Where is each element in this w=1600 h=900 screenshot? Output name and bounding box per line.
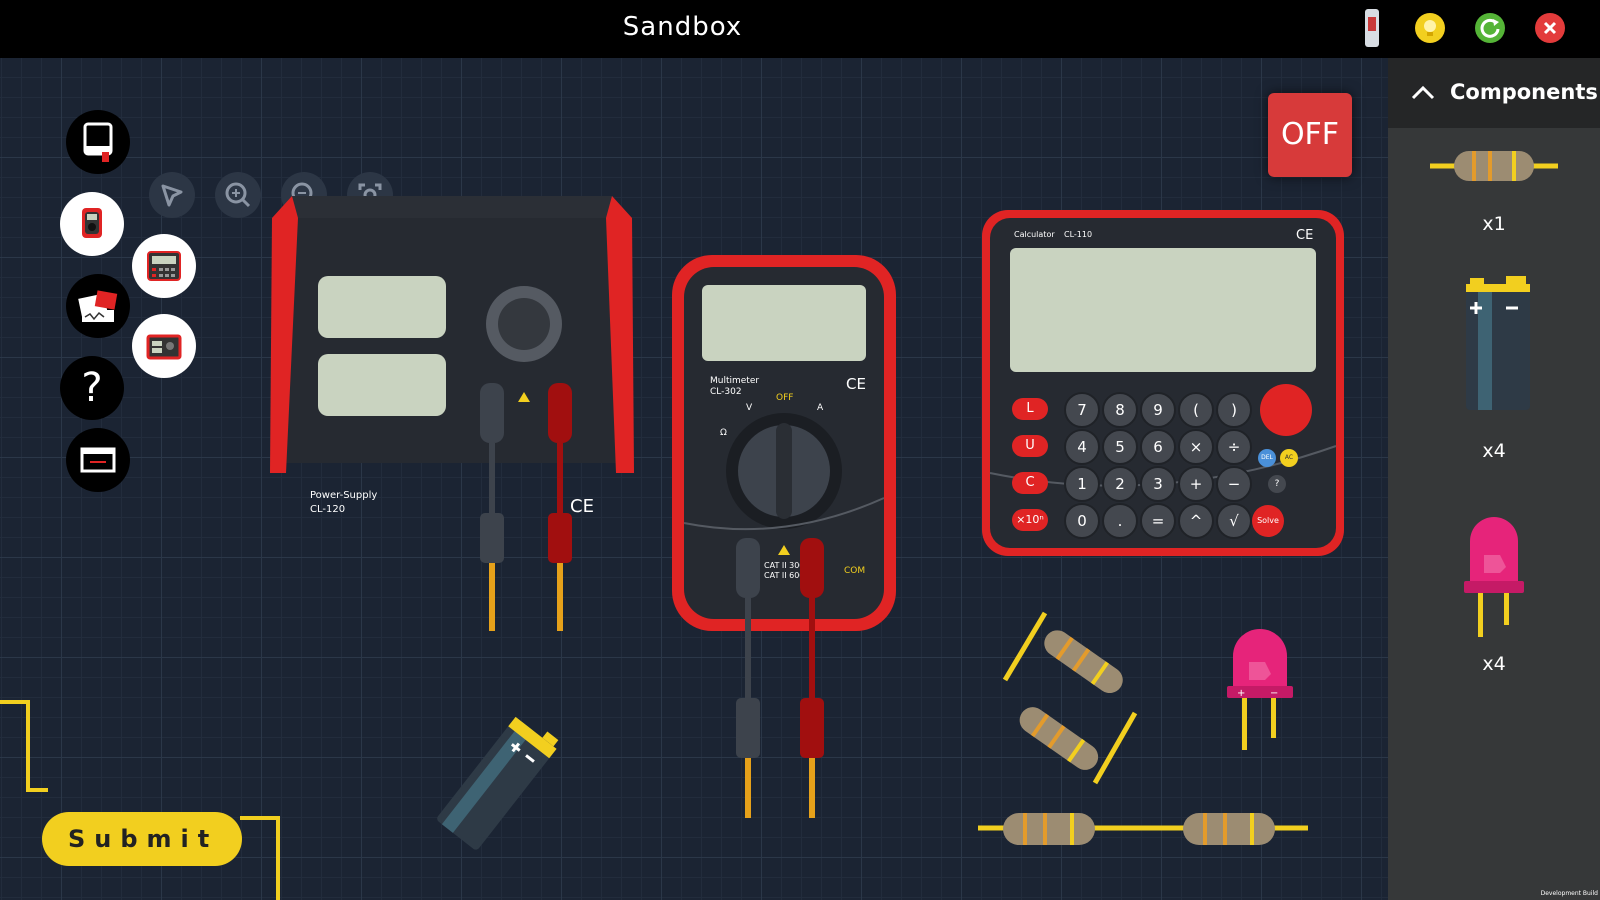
calc-key[interactable]: √ bbox=[1216, 503, 1252, 539]
multimeter-off-label: OFF bbox=[776, 393, 794, 403]
resistor-component[interactable] bbox=[1430, 146, 1558, 186]
calculator-icon bbox=[147, 251, 181, 281]
calc-key[interactable]: 9 bbox=[1140, 392, 1176, 428]
close-icon[interactable] bbox=[1535, 13, 1565, 43]
build-label: Development Build bbox=[1540, 890, 1598, 897]
calc-key[interactable]: 4 bbox=[1064, 429, 1100, 465]
multimeter-ce-mark: CE bbox=[846, 375, 866, 393]
calc-key-ac[interactable]: AC bbox=[1280, 449, 1298, 467]
help-icon: ? bbox=[81, 365, 103, 411]
power-supply-icon bbox=[146, 334, 182, 360]
svg-text:+: + bbox=[1237, 688, 1245, 699]
calc-key[interactable]: 7 bbox=[1064, 392, 1100, 428]
multimeter-code: CL-302 bbox=[710, 387, 742, 397]
workspace-canvas[interactable]: ? OFF Power-Supply CL-120 CE Multimeter … bbox=[0, 58, 1388, 900]
window-title: Sandbox bbox=[622, 12, 743, 42]
calc-key[interactable]: × bbox=[1178, 429, 1214, 465]
help-button[interactable]: ? bbox=[60, 356, 124, 420]
calc-key[interactable]: + bbox=[1178, 466, 1214, 502]
power-supply-menu-button[interactable] bbox=[132, 314, 196, 378]
components-panel-title: Components bbox=[1450, 80, 1598, 104]
oscilloscope-icon bbox=[78, 290, 118, 322]
calc-key[interactable]: 0 bbox=[1064, 503, 1100, 539]
calc-key[interactable]: 6 bbox=[1140, 429, 1176, 465]
multimeter-icon bbox=[82, 208, 102, 238]
display-menu-button[interactable] bbox=[66, 428, 130, 492]
led-on-canvas[interactable]: + − bbox=[1225, 618, 1295, 808]
calc-key-U[interactable]: U bbox=[1012, 435, 1048, 457]
hint-bulb-icon[interactable] bbox=[1415, 13, 1445, 43]
calculator-menu-button[interactable] bbox=[132, 234, 196, 298]
calc-solve-button[interactable]: Solve bbox=[1252, 505, 1284, 537]
components-panel-header[interactable]: Components bbox=[1388, 58, 1600, 128]
calc-key-exp[interactable]: ×10ⁿ bbox=[1012, 509, 1048, 531]
components-panel: Components x1 x4 x4 Development Build bbox=[1388, 58, 1600, 900]
calc-key[interactable]: ÷ bbox=[1216, 429, 1252, 465]
multimeter-a-label: A bbox=[817, 403, 824, 413]
battery-component[interactable] bbox=[1458, 276, 1538, 416]
calculator-model: Calculator bbox=[1014, 230, 1055, 239]
notebook-icon[interactable] bbox=[66, 110, 130, 174]
multimeter-ohm-label: Ω bbox=[720, 428, 727, 438]
power-supply-model: Power-Supply bbox=[310, 490, 378, 501]
calculator-device[interactable]: Calculator CL-110 CE L U C ×10ⁿ 7 8 9 ( … bbox=[980, 208, 1346, 558]
battery-on-canvas[interactable] bbox=[405, 698, 580, 878]
calc-key[interactable]: = bbox=[1140, 503, 1176, 539]
multimeter-menu-button[interactable] bbox=[60, 192, 124, 256]
chevron-up-icon[interactable] bbox=[1410, 82, 1436, 102]
calc-key[interactable]: − bbox=[1216, 466, 1252, 502]
resistor-count: x1 bbox=[1482, 213, 1506, 235]
restart-icon[interactable] bbox=[1475, 13, 1505, 43]
multimeter-probes[interactable] bbox=[730, 538, 850, 878]
calc-key[interactable]: . bbox=[1102, 503, 1138, 539]
calc-key-help[interactable]: ? bbox=[1268, 475, 1286, 493]
title-bar: Sandbox bbox=[0, 0, 1600, 58]
pointer-icon[interactable] bbox=[149, 172, 195, 218]
multimeter-v-label: V bbox=[746, 403, 753, 413]
calc-key[interactable]: ) bbox=[1216, 392, 1252, 428]
led-count: x4 bbox=[1482, 653, 1506, 675]
power-supply-probes[interactable] bbox=[470, 383, 590, 703]
calc-key-del[interactable]: DEL bbox=[1258, 449, 1276, 467]
calc-key-L[interactable]: L bbox=[1012, 398, 1048, 420]
calculator-ce-mark: CE bbox=[1296, 228, 1314, 243]
calc-key[interactable]: 2 bbox=[1102, 466, 1138, 502]
resistor-pair-diamond[interactable] bbox=[985, 598, 1155, 798]
calc-key[interactable]: 8 bbox=[1102, 392, 1138, 428]
calc-key-C[interactable]: C bbox=[1012, 472, 1048, 494]
calculator-code: CL-110 bbox=[1064, 230, 1093, 239]
oscilloscope-menu-button[interactable] bbox=[66, 274, 130, 338]
submit-wire bbox=[0, 700, 280, 900]
battery-count: x4 bbox=[1482, 440, 1506, 462]
power-toggle-button[interactable]: OFF bbox=[1268, 93, 1352, 177]
calc-key[interactable]: 1 bbox=[1064, 466, 1100, 502]
calc-key[interactable]: 3 bbox=[1140, 466, 1176, 502]
multimeter-model: Multimeter bbox=[710, 376, 760, 386]
zoom-in-icon[interactable] bbox=[215, 172, 261, 218]
svg-text:−: − bbox=[1270, 688, 1278, 699]
led-component[interactable] bbox=[1464, 513, 1524, 643]
power-supply-code: CL-120 bbox=[310, 504, 346, 515]
submit-button[interactable]: Submit bbox=[42, 812, 242, 866]
resistor-chain[interactable] bbox=[978, 803, 1308, 853]
calc-key[interactable]: ( bbox=[1178, 392, 1214, 428]
tool-icon[interactable] bbox=[1365, 9, 1379, 47]
calc-key[interactable]: ^ bbox=[1178, 503, 1214, 539]
display-icon bbox=[80, 447, 116, 473]
calc-key[interactable]: 5 bbox=[1102, 429, 1138, 465]
